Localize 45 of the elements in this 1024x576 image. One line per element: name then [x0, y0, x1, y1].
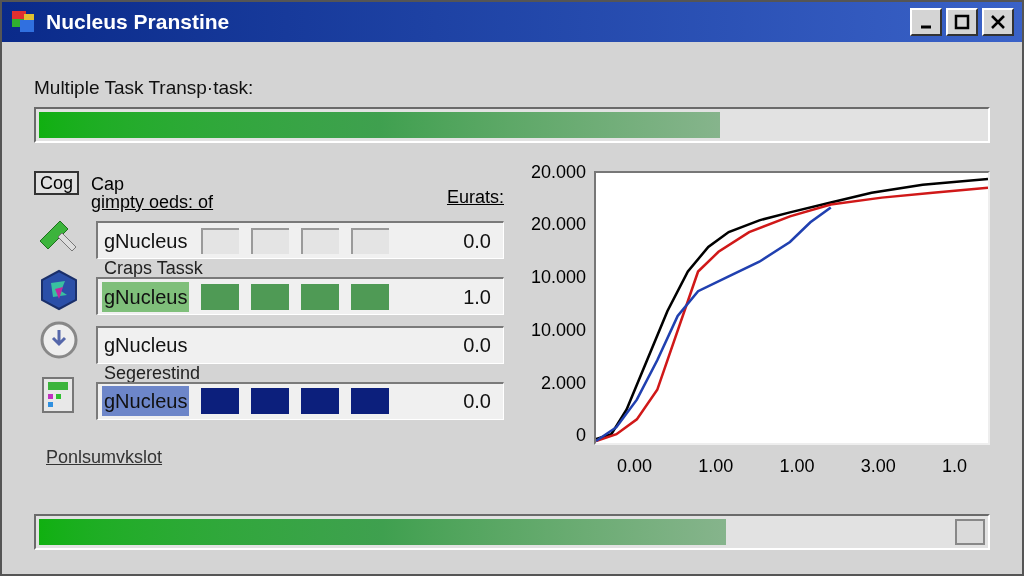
row-caption: Craps Tassk: [104, 259, 204, 277]
segment-block: [301, 283, 340, 310]
segment-block: [301, 227, 340, 254]
row-caption: Segerestind: [104, 363, 202, 382]
footer-label: Ponlsumvkslot: [46, 445, 164, 469]
x-axis-label: 1.0: [941, 454, 967, 478]
segment-block: [251, 388, 290, 414]
window-title: Nucleus Pranstine: [46, 9, 230, 36]
y-axis-label: 20.000: [530, 215, 586, 234]
cube-icon: [39, 269, 79, 311]
y-axis-label: 10.000: [530, 320, 586, 339]
scroll-box: [955, 519, 985, 545]
column-label: Eurats:: [446, 185, 504, 209]
minimize-icon: [920, 25, 932, 29]
segment-block: [201, 388, 240, 414]
segment-block: [301, 388, 340, 414]
segment-block: [351, 227, 390, 254]
x-axis-label: 1.00: [779, 454, 815, 478]
close-button[interactable]: [982, 8, 1014, 36]
y-axis-label: 10.000: [530, 268, 586, 287]
maximize-button[interactable]: [946, 8, 978, 36]
value-field[interactable]: gNucleus 1.0: [96, 277, 504, 315]
panel-heading: Cap: [91, 174, 125, 193]
maximize-icon: [954, 14, 970, 30]
cog-button[interactable]: Cog: [34, 170, 80, 195]
x-axis-label: 0.00: [617, 454, 653, 478]
y-axis-label: 20.000: [530, 162, 586, 181]
panel-subheading: gimpty oeds: of: [91, 192, 214, 211]
calculator-icon: [41, 375, 77, 416]
segment-block: [201, 227, 240, 254]
x-axis-label: 1.00: [698, 454, 734, 478]
value-field[interactable]: gNucleus 0.0: [96, 381, 504, 420]
close-icon: [990, 14, 1006, 30]
value-field[interactable]: gNucleus 0.0: [96, 221, 504, 259]
y-axis-label: 2.000: [540, 373, 586, 392]
segment-block: [251, 227, 290, 254]
segment-block: [251, 283, 290, 310]
segment-block: [351, 388, 390, 414]
value-field[interactable]: gNucleus 0.0: [96, 325, 504, 364]
task-label: Multiple Task Transp·task:: [34, 76, 255, 100]
y-axis-label: 0: [576, 426, 586, 445]
segment-block: [351, 283, 390, 310]
x-axis-label: 3.00: [860, 454, 896, 478]
minimize-button[interactable]: [910, 8, 942, 36]
segment-block: [201, 283, 240, 310]
